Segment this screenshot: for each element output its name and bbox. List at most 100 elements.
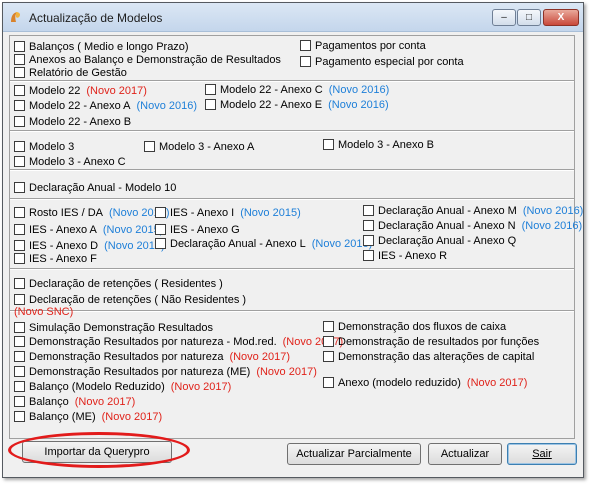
checkbox-fluxos-caixa[interactable]: Demonstração dos fluxos de caixa <box>323 320 506 333</box>
checkbox-modelo22-anexo-e[interactable]: Modelo 22 - Anexo E (Novo 2016) <box>205 98 389 111</box>
checkbox-ies-anexo-g[interactable]: IES - Anexo G <box>155 223 240 236</box>
checkbox-label: Balanço <box>29 395 69 408</box>
checkbox-label: Declaração de retenções ( Residentes ) <box>29 277 223 290</box>
checkbox-balanco-me[interactable]: Balanço (ME) (Novo 2017) <box>14 410 162 423</box>
checkbox-box[interactable] <box>14 41 25 52</box>
checkbox-box[interactable] <box>300 56 311 67</box>
checkbox-balancos[interactable]: Balanços ( Medio e longo Prazo) <box>14 40 189 53</box>
checkbox-declaracao-anexo-l[interactable]: Declaração Anual - Anexo L (Novo 2016) <box>155 237 372 250</box>
button-label: Importar da Querypro <box>44 446 150 458</box>
checkbox-alteracoes-capital[interactable]: Demonstração das alterações de capital <box>323 350 534 363</box>
checkbox-ies-anexo-f[interactable]: IES - Anexo F <box>14 252 97 265</box>
app-icon <box>11 12 20 22</box>
checkbox-box[interactable] <box>14 240 25 251</box>
checkbox-box[interactable] <box>205 84 216 95</box>
checkbox-box[interactable] <box>14 294 25 305</box>
maximize-button[interactable]: □ <box>517 9 541 26</box>
checkbox-box[interactable] <box>14 322 25 333</box>
checkbox-box[interactable] <box>14 381 25 392</box>
checkbox-ies-anexo-r[interactable]: IES - Anexo R <box>363 249 447 262</box>
checkbox-modelo10[interactable]: Declaração Anual - Modelo 10 <box>14 181 176 194</box>
checkbox-rosto-ies[interactable]: Rosto IES / DA (Novo 2015) <box>14 206 170 219</box>
dialog-window: Actualização de Modelos – □ X Balanços (… <box>2 2 584 478</box>
checkbox-box[interactable] <box>14 278 25 289</box>
checkbox-label: Balanço (Modelo Reduzido) <box>29 380 165 393</box>
checkbox-box[interactable] <box>363 235 374 246</box>
checkbox-label: Rosto IES / DA <box>29 206 103 219</box>
checkbox-box[interactable] <box>14 116 25 127</box>
minimize-button[interactable]: – <box>492 9 516 26</box>
new-badge: (Novo 2016) <box>328 83 390 96</box>
update-button[interactable]: Actualizar <box>428 443 502 465</box>
checkbox-modelo22[interactable]: Modelo 22 (Novo 2017) <box>14 84 147 97</box>
checkbox-dr-natureza[interactable]: Demonstração Resultados por natureza (Nov… <box>14 350 290 363</box>
checkbox-box[interactable] <box>323 351 334 362</box>
new-badge: (Novo 2017) <box>101 410 163 423</box>
checkbox-box[interactable] <box>14 224 25 235</box>
checkbox-box[interactable] <box>14 67 25 78</box>
checkbox-modelo3-anexo-c[interactable]: Modelo 3 - Anexo C <box>14 155 126 168</box>
checkbox-box[interactable] <box>14 336 25 347</box>
checkbox-modelo22-anexo-c[interactable]: Modelo 22 - Anexo C (Novo 2016) <box>205 83 389 96</box>
checkbox-box[interactable] <box>14 351 25 362</box>
checkbox-box[interactable] <box>300 40 311 51</box>
checkbox-box[interactable] <box>323 336 334 347</box>
checkbox-label: Simulação Demonstração Resultados <box>29 321 214 334</box>
checkbox-ies-anexo-i[interactable]: IES - Anexo I (Novo 2015) <box>155 206 301 219</box>
checkbox-relatorio-gestao[interactable]: Relatório de Gestão <box>14 66 127 79</box>
checkbox-box[interactable] <box>14 396 25 407</box>
checkbox-box[interactable] <box>14 156 25 167</box>
checkbox-modelo3-anexo-a[interactable]: Modelo 3 - Anexo A <box>144 140 254 153</box>
checkbox-box[interactable] <box>14 85 25 96</box>
checkbox-label: Demonstração Resultados por natureza (ME… <box>29 365 251 378</box>
checkbox-box[interactable] <box>144 141 155 152</box>
checkbox-box[interactable] <box>205 99 216 110</box>
checkbox-declaracao-anexo-q[interactable]: Declaração Anual - Anexo Q <box>363 234 516 247</box>
update-partial-button[interactable]: Actualizar Parcialmente <box>287 443 421 465</box>
checkbox-box[interactable] <box>323 321 334 332</box>
checkbox-box[interactable] <box>14 207 25 218</box>
import-querypro-button[interactable]: Importar da Querypro <box>22 441 172 463</box>
checkbox-label: IES - Anexo I <box>170 206 235 219</box>
title-bar[interactable]: Actualização de Modelos – □ X <box>3 3 583 32</box>
checkbox-pagamento-especial[interactable]: Pagamento especial por conta <box>300 55 464 68</box>
checkbox-dr-mod-red[interactable]: Demonstração Resultados por natureza - M… <box>14 335 343 348</box>
checkbox-box[interactable] <box>14 366 25 377</box>
checkbox-ies-anexo-d[interactable]: IES - Anexo D (Novo 2015) <box>14 239 165 252</box>
checkbox-modelo3-anexo-b[interactable]: Modelo 3 - Anexo B <box>323 138 434 151</box>
checkbox-anexos-balanco[interactable]: Anexos ao Balanço e Demonstração de Resu… <box>14 53 281 66</box>
checkbox-box[interactable] <box>363 205 374 216</box>
checkbox-retencoes-residentes[interactable]: Declaração de retenções ( Residentes ) <box>14 277 223 290</box>
checkbox-box[interactable] <box>155 224 166 235</box>
checkbox-box[interactable] <box>14 182 25 193</box>
checkbox-dr-funcoes[interactable]: Demonstração de resultados por funções <box>323 335 539 348</box>
checkbox-dr-natureza-me[interactable]: Demonstração Resultados por natureza (ME… <box>14 365 317 378</box>
checkbox-box[interactable] <box>14 100 25 111</box>
checkbox-box[interactable] <box>363 250 374 261</box>
checkbox-anexo-modelo-reduzido[interactable]: Anexo (modelo reduzido) (Novo 2017) <box>323 376 527 389</box>
checkbox-box[interactable] <box>155 238 166 249</box>
checkbox-box[interactable] <box>14 411 25 422</box>
checkbox-declaracao-anexo-n[interactable]: Declaração Anual - Anexo N (Novo 2016) <box>363 219 582 232</box>
checkbox-balanco-modelo-reduzido[interactable]: Balanço (Modelo Reduzido) (Novo 2017) <box>14 380 231 393</box>
checkbox-box[interactable] <box>323 139 334 150</box>
checkbox-pagamentos-conta[interactable]: Pagamentos por conta <box>300 39 426 52</box>
close-button[interactable]: X <box>543 9 579 26</box>
checkbox-declaracao-anexo-m[interactable]: Declaração Anual - Anexo M (Novo 2016) <box>363 204 583 217</box>
checkbox-box[interactable] <box>14 253 25 264</box>
checkbox-balanco[interactable]: Balanço (Novo 2017) <box>14 395 135 408</box>
checkbox-box[interactable] <box>155 207 166 218</box>
checkbox-simulacao-dr[interactable]: Simulação Demonstração Resultados <box>14 321 213 334</box>
checkbox-modelo22-anexo-b[interactable]: Modelo 22 - Anexo B <box>14 115 131 128</box>
checkbox-box[interactable] <box>363 220 374 231</box>
checkbox-modelo3[interactable]: Modelo 3 <box>14 140 74 153</box>
checkbox-box[interactable] <box>323 377 334 388</box>
checkbox-modelo22-anexo-a[interactable]: Modelo 22 - Anexo A (Novo 2016) <box>14 99 197 112</box>
checkbox-label: Declaração Anual - Anexo L <box>170 237 306 250</box>
checkbox-ies-anexo-a[interactable]: IES - Anexo A (Novo 2015) <box>14 223 163 236</box>
checkbox-retencoes-nao-residentes[interactable]: Declaração de retenções ( Não Residentes… <box>14 293 246 306</box>
checkbox-label: Declaração Anual - Modelo 10 <box>29 181 177 194</box>
checkbox-box[interactable] <box>14 54 25 65</box>
checkbox-box[interactable] <box>14 141 25 152</box>
exit-button[interactable]: Sair <box>507 443 577 465</box>
